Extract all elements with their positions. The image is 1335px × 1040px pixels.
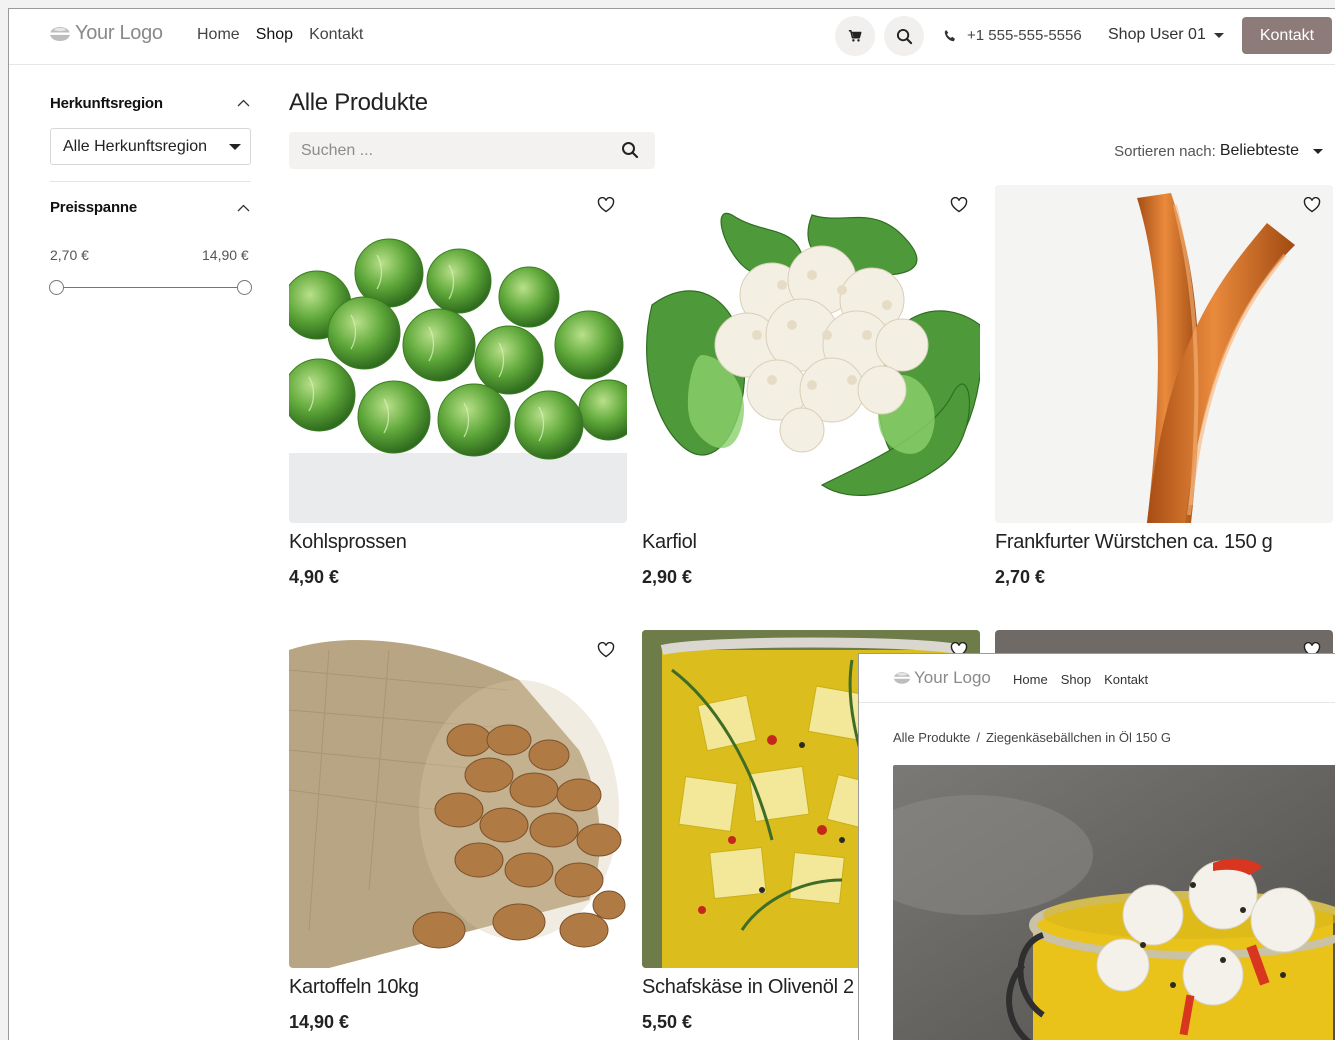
divider — [859, 702, 1335, 703]
page-title: Alle Produkte — [289, 89, 428, 116]
price-slider-track[interactable] — [57, 287, 245, 288]
product-name[interactable]: Karfiol — [642, 531, 697, 554]
heart-icon[interactable] — [1303, 197, 1321, 213]
breadcrumb-separator: / — [976, 730, 980, 745]
search-icon — [896, 28, 912, 44]
logo[interactable]: Your Logo — [893, 668, 991, 688]
chevron-down-icon — [1313, 148, 1323, 154]
breadcrumb-current: Ziegenkäsebällchen in Öl 150 G — [985, 730, 1171, 745]
nav-kontakt[interactable]: Kontakt — [1104, 672, 1148, 687]
product-price: 4,90 € — [289, 567, 340, 587]
chevron-up-icon[interactable] — [237, 204, 250, 212]
breadcrumb-root[interactable]: Alle Produkte — [893, 730, 970, 745]
product-name[interactable]: Kartoffeln 10kg — [289, 976, 419, 999]
product-detail-image[interactable] — [893, 765, 1335, 1040]
product-price: 5,50 € — [642, 1012, 693, 1032]
sort-value: Beliebteste — [1219, 142, 1299, 159]
cart-icon — [848, 29, 862, 42]
search-icon[interactable] — [621, 141, 639, 159]
chevron-up-icon[interactable] — [237, 99, 250, 107]
logo[interactable]: Your Logo — [49, 22, 163, 45]
filter-price-title[interactable]: Preisspanne — [50, 199, 137, 216]
product-search — [289, 132, 655, 169]
logo-icon — [50, 26, 70, 41]
nav-shop[interactable]: Shop — [1061, 672, 1091, 687]
product-image[interactable] — [289, 630, 627, 968]
contact-button[interactable]: Kontakt — [1242, 17, 1332, 54]
site-header: Your Logo Home Shop Kontakt +1 555-555-5… — [9, 9, 1335, 65]
price-max-label: 14,90 € — [202, 247, 249, 263]
product-name[interactable]: Schafskäse in Olivenöl 2 — [642, 976, 854, 999]
divider — [50, 181, 251, 182]
price-slider-max-handle[interactable] — [237, 280, 252, 295]
main-nav: Home Shop Kontakt — [197, 26, 363, 44]
product-name[interactable]: Kohlsprossen — [289, 531, 407, 554]
nav-shop[interactable]: Shop — [256, 26, 293, 44]
product-name[interactable]: Frankfurter Würstchen ca. 150 g — [995, 531, 1273, 554]
search-button[interactable] — [884, 16, 924, 56]
nav-home[interactable]: Home — [1013, 672, 1048, 687]
user-menu[interactable]: Shop User 01 — [1108, 26, 1224, 44]
phone-number: +1 555-555-5556 — [967, 27, 1082, 44]
nav-kontakt[interactable]: Kontakt — [309, 26, 363, 44]
heart-icon[interactable] — [597, 642, 615, 658]
cart-button[interactable] — [835, 16, 875, 56]
filter-region-title[interactable]: Herkunftsregion — [50, 95, 163, 112]
user-name: Shop User 01 — [1108, 26, 1206, 43]
chevron-down-icon — [229, 144, 241, 150]
region-select-value: Alle Herkunftsregion — [63, 138, 208, 155]
product-price: 14,90 € — [289, 1012, 350, 1032]
nav-home[interactable]: Home — [197, 26, 240, 44]
product-price: 2,70 € — [995, 567, 1046, 587]
main-nav: Home Shop Kontakt — [1013, 672, 1148, 687]
heart-icon[interactable] — [597, 197, 615, 213]
region-select[interactable]: Alle Herkunftsregion — [50, 128, 251, 165]
logo-text: Your Logo — [914, 668, 991, 687]
product-detail-window: Your Logo Home Shop Kontakt Alle Produkt… — [858, 653, 1335, 1040]
heart-icon[interactable] — [950, 197, 968, 213]
phone-link[interactable]: +1 555-555-5556 — [943, 27, 1082, 44]
logo-text: Your Logo — [75, 22, 163, 44]
product-price: 2,90 € — [642, 567, 693, 587]
sort-label: Sortieren nach: — [1114, 142, 1216, 160]
search-input[interactable] — [289, 132, 609, 169]
product-image[interactable] — [642, 185, 980, 523]
logo-icon — [893, 672, 911, 684]
price-slider-min-handle[interactable] — [49, 280, 64, 295]
price-min-label: 2,70 € — [50, 247, 89, 263]
product-image[interactable] — [289, 185, 627, 523]
chevron-down-icon — [1213, 32, 1224, 38]
sort-dropdown[interactable]: Sortieren nach: Beliebteste — [1114, 142, 1323, 160]
product-image[interactable] — [995, 185, 1333, 523]
phone-icon — [944, 29, 955, 41]
breadcrumb: Alle Produkte / Ziegenkäsebällchen in Öl… — [893, 730, 1171, 745]
